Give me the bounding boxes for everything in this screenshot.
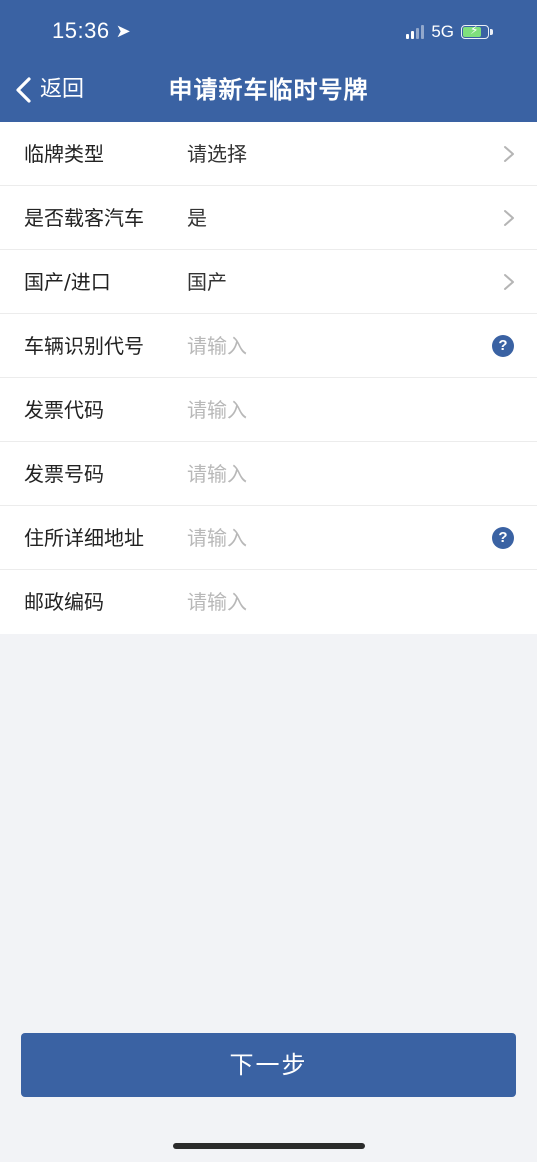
status-indicators: 5G ⚡ (406, 22, 493, 42)
navigation-bar: 返回 申请新车临时号牌 (0, 64, 537, 122)
form-row-plate-type[interactable]: 临牌类型 请选择 (0, 122, 537, 186)
cellular-signal-icon (406, 25, 425, 39)
passenger-car-select[interactable]: 是 (187, 186, 207, 250)
postal-code-input[interactable]: 请输入 (187, 570, 247, 634)
page-title: 申请新车临时号牌 (168, 76, 369, 104)
chevron-right-icon (504, 274, 514, 290)
chevron-right-icon (504, 210, 514, 226)
form-row-postal-code: 邮政编码 请输入 (0, 570, 537, 634)
app-header: 15:36 ➤ 5G ⚡ 返回 申请新车临时号牌 (0, 0, 537, 122)
charging-bolt-icon: ⚡ (470, 23, 479, 37)
row-label: 发票号码 (24, 462, 104, 486)
row-label: 发票代码 (24, 398, 104, 422)
form-row-origin[interactable]: 国产/进口 国产 (0, 250, 537, 314)
network-type: 5G (431, 22, 454, 41)
form-row-address: 住所详细地址 请输入 ? (0, 506, 537, 570)
home-indicator[interactable] (173, 1143, 365, 1149)
form-row-vin: 车辆识别代号 请输入 ? (0, 314, 537, 378)
chevron-right-icon (504, 146, 514, 162)
plate-type-select[interactable]: 请选择 (187, 122, 247, 186)
next-step-button[interactable]: 下一步 (21, 1033, 516, 1097)
form-row-invoice-number: 发票号码 请输入 (0, 442, 537, 506)
invoice-number-input[interactable]: 请输入 (187, 442, 247, 506)
help-icon[interactable]: ? (492, 527, 514, 549)
row-label: 临牌类型 (24, 142, 104, 166)
battery-icon: ⚡ (461, 23, 493, 39)
row-label: 是否载客汽车 (24, 206, 144, 230)
address-input[interactable]: 请输入 (187, 506, 247, 570)
form-row-invoice-code: 发票代码 请输入 (0, 378, 537, 442)
row-label: 国产/进口 (24, 270, 111, 294)
status-bar: 15:36 ➤ 5G ⚡ (0, 0, 537, 64)
form-row-passenger-car[interactable]: 是否载客汽车 是 (0, 186, 537, 250)
help-icon[interactable]: ? (492, 335, 514, 357)
row-label: 住所详细地址 (24, 526, 144, 550)
application-form: 临牌类型 请选择 是否载客汽车 是 国产/进口 国产 车辆识别代号 请输入 ? … (0, 122, 537, 634)
vin-input[interactable]: 请输入 (187, 314, 247, 378)
row-label: 邮政编码 (24, 590, 104, 614)
invoice-code-input[interactable]: 请输入 (187, 378, 247, 442)
row-label: 车辆识别代号 (24, 334, 144, 358)
origin-select[interactable]: 国产 (187, 250, 227, 314)
status-time: 15:36 ➤ (52, 18, 131, 44)
status-time-text: 15:36 (52, 18, 110, 43)
location-arrow-icon: ➤ (115, 21, 132, 41)
